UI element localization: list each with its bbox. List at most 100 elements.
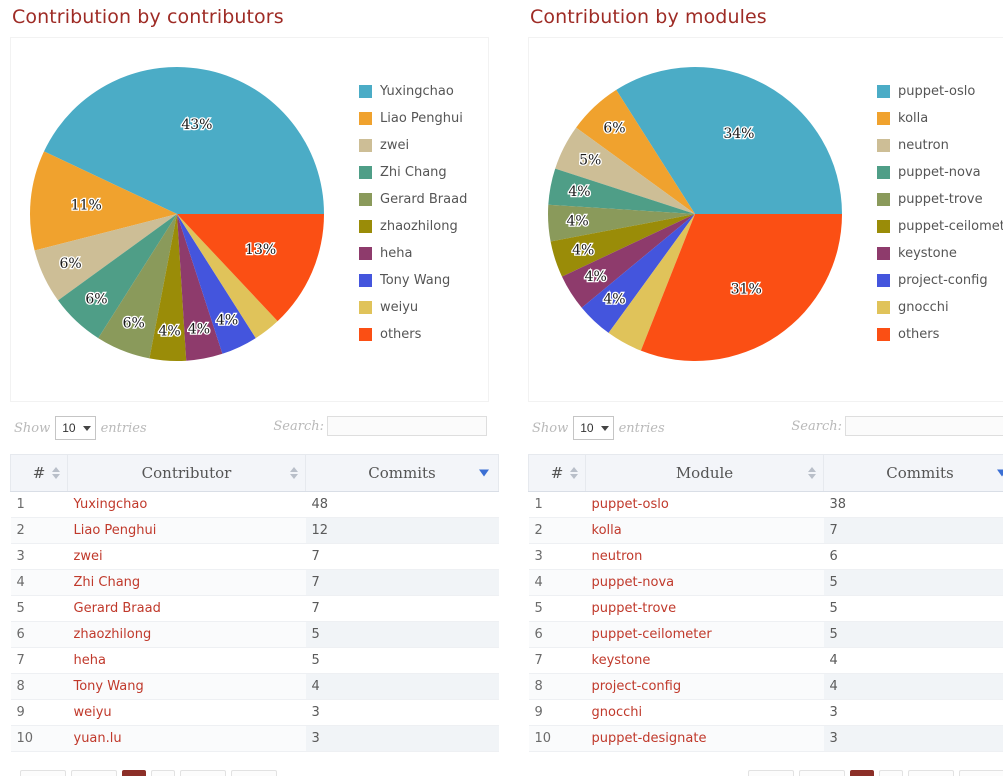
row-name: Gerard Braad [67, 595, 306, 622]
legend-item[interactable]: weiyu [359, 294, 489, 321]
row-commits: 4 [823, 647, 1003, 674]
column-header-index[interactable]: # [528, 454, 586, 492]
pagination-button-next[interactable]: Next [180, 770, 226, 776]
contributors-pie-chart[interactable]: 43% 11% 6% 6% 6% 4% 4% 4% 13% [19, 46, 359, 391]
row-commits: 5 [823, 595, 1003, 622]
row-index: 4 [10, 569, 68, 596]
table-row[interactable]: 2 kolla 7 [528, 517, 1003, 544]
legend-item[interactable]: others [877, 321, 1003, 348]
table-row[interactable]: 4 puppet-nova 5 [528, 569, 1003, 596]
legend-item[interactable]: Liao Penghui [359, 105, 489, 132]
table-row[interactable]: 3 zwei 7 [10, 543, 499, 570]
row-commits: 5 [305, 621, 499, 648]
table-row[interactable]: 8 Tony Wang 4 [10, 673, 499, 700]
table-row[interactable]: 6 zhaozhilong 5 [10, 621, 499, 648]
table-row[interactable]: 10 yuan.lu 3 [10, 725, 499, 752]
pie-slice-label: 4% [585, 269, 607, 285]
pagination-button-previous[interactable]: Previous [799, 770, 845, 776]
modules-table: # Module Commits 1 puppet-oslo 38 2 kolla 7 3 n… [528, 454, 1003, 752]
legend-item[interactable]: puppet-trove [877, 186, 1003, 213]
row-name: Yuxingchao [67, 491, 306, 518]
legend-item[interactable]: keystone [877, 240, 1003, 267]
search-input[interactable] [327, 416, 487, 436]
row-index: 3 [10, 543, 68, 570]
pie-slice-label: 6% [123, 315, 145, 331]
search-input[interactable] [845, 416, 1003, 436]
row-commits: 12 [305, 517, 499, 544]
page-title-contributors: Contribution by contributors [12, 6, 284, 28]
pagination-button-last[interactable]: Last [959, 770, 1003, 776]
column-header-commits[interactable]: Commits [305, 454, 499, 492]
row-commits: 4 [823, 673, 1003, 700]
table-row[interactable]: 6 puppet-ceilometer 5 [528, 621, 1003, 648]
pagination-button-last[interactable]: Last [231, 770, 277, 776]
row-name: Liao Penghui [67, 517, 306, 544]
dashboard-page: Contribution by contributors 43% 11% 6% 6% 6… [0, 0, 1003, 776]
pie-slice-label: 13% [245, 242, 276, 258]
legend-item[interactable]: puppet-nova [877, 159, 1003, 186]
legend-item[interactable]: others [359, 321, 489, 348]
pagination-button-2[interactable]: 2 [151, 770, 175, 776]
table-row[interactable]: 9 gnocchi 3 [528, 699, 1003, 726]
legend-item[interactable]: Zhi Chang [359, 159, 489, 186]
row-name: yuan.lu [67, 725, 306, 752]
column-header-contributor[interactable]: Contributor [67, 454, 306, 492]
legend-item-label: keystone [898, 246, 957, 261]
sort-both-icon [52, 467, 60, 479]
row-commits: 3 [823, 725, 1003, 752]
pagination-button-previous[interactable]: Previous [71, 770, 117, 776]
legend-item[interactable]: Gerard Braad [359, 186, 489, 213]
column-header-contributor-label: Contributor [141, 464, 232, 482]
table-row[interactable]: 8 project-config 4 [528, 673, 1003, 700]
table-row[interactable]: 4 Zhi Chang 7 [10, 569, 499, 596]
legend-item[interactable]: Tony Wang [359, 267, 489, 294]
column-header-module[interactable]: Module [585, 454, 824, 492]
contributors-legend: Yuxingchao Liao Penghui zwei Zhi Chang Gerar… [359, 78, 489, 348]
row-index: 6 [528, 621, 586, 648]
row-commits: 7 [305, 569, 499, 596]
modules-pie-chart[interactable]: 34% 6% 5% 4% 4% 4% 4% 4% 31% [537, 46, 877, 391]
legend-item[interactable]: neutron [877, 132, 1003, 159]
legend-item[interactable]: heha [359, 240, 489, 267]
legend-color-swatch-icon [877, 220, 890, 233]
contributors-table: # Contributor Commits 1 Yuxingchao 48 2 Liao… [10, 454, 499, 752]
pagination-button-1[interactable]: 1 [850, 770, 874, 776]
page-title-modules: Contribution by modules [530, 6, 767, 28]
pagination-button-first[interactable]: First [20, 770, 66, 776]
table-row[interactable]: 3 neutron 6 [528, 543, 1003, 570]
column-header-commits[interactable]: Commits [823, 454, 1003, 492]
contributors-table-body: 1 Yuxingchao 48 2 Liao Penghui 12 3 zwei 7 4 Zhi C… [10, 491, 499, 752]
pagination-button-first[interactable]: First [748, 770, 794, 776]
page-length-select[interactable]: 10 [573, 416, 614, 440]
row-index: 8 [10, 673, 68, 700]
legend-item[interactable]: kolla [877, 105, 1003, 132]
table-row[interactable]: 1 Yuxingchao 48 [10, 491, 499, 518]
legend-color-swatch-icon [877, 301, 890, 314]
page-length-select[interactable]: 10 [55, 416, 96, 440]
pagination-button-1[interactable]: 1 [122, 770, 146, 776]
pagination-button-next[interactable]: Next [908, 770, 954, 776]
table-row[interactable]: 10 puppet-designate 3 [528, 725, 1003, 752]
table-row[interactable]: 5 Gerard Braad 7 [10, 595, 499, 622]
table-row[interactable]: 7 heha 5 [10, 647, 499, 674]
row-index: 6 [10, 621, 68, 648]
legend-item[interactable]: Yuxingchao [359, 78, 489, 105]
pagination-button-2[interactable]: 2 [879, 770, 903, 776]
table-row[interactable]: 2 Liao Penghui 12 [10, 517, 499, 544]
row-commits: 3 [305, 699, 499, 726]
column-header-index[interactable]: # [10, 454, 68, 492]
table-row[interactable]: 5 puppet-trove 5 [528, 595, 1003, 622]
table-row[interactable]: 9 weiyu 3 [10, 699, 499, 726]
table-row[interactable]: 7 keystone 4 [528, 647, 1003, 674]
legend-item[interactable]: puppet-ceilometer [877, 213, 1003, 240]
table-row[interactable]: 1 puppet-oslo 38 [528, 491, 1003, 518]
legend-item[interactable]: gnocchi [877, 294, 1003, 321]
legend-item-label: puppet-ceilometer [898, 219, 1003, 234]
row-commits: 7 [305, 595, 499, 622]
legend-item[interactable]: project-config [877, 267, 1003, 294]
sort-descending-icon [479, 469, 489, 477]
legend-item[interactable]: zhaozhilong [359, 213, 489, 240]
legend-item[interactable]: puppet-oslo [877, 78, 1003, 105]
contributors-pie-wrap: 43% 11% 6% 6% 6% 4% 4% 4% 13% [19, 46, 359, 391]
legend-item[interactable]: zwei [359, 132, 489, 159]
